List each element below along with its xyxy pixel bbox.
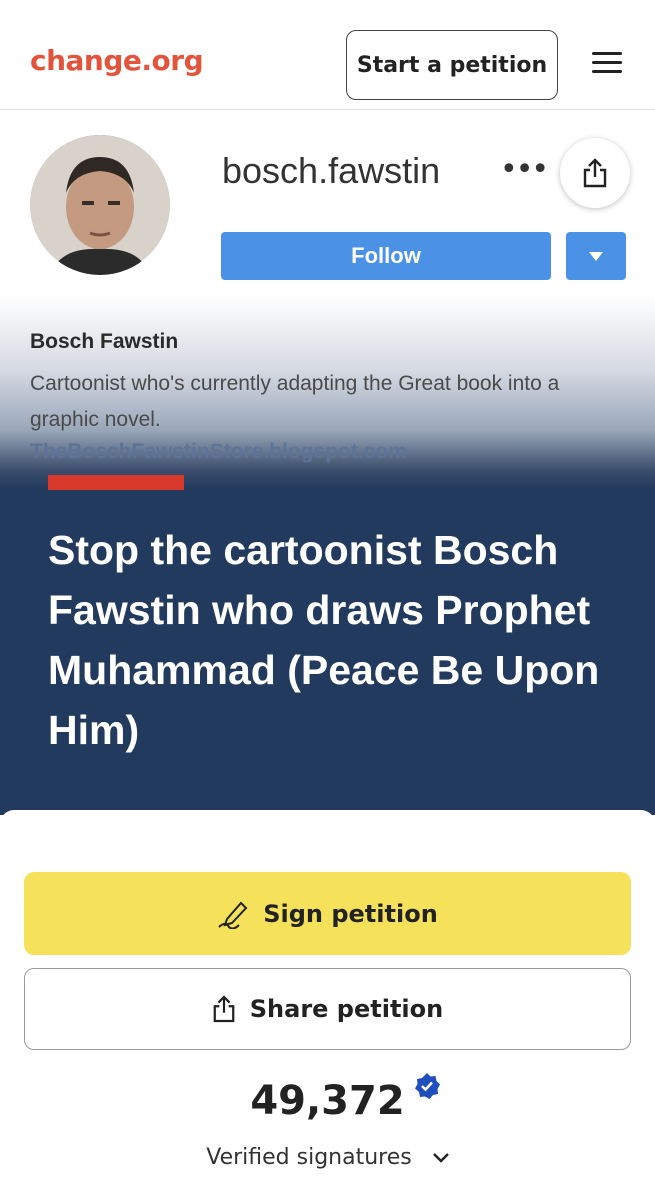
top-navigation-bar: change.org Start a petition xyxy=(0,0,655,110)
verified-badge-icon xyxy=(414,1073,440,1099)
hamburger-menu-icon[interactable] xyxy=(592,52,622,78)
start-petition-button[interactable]: Start a petition xyxy=(346,30,558,100)
follow-dropdown-icon xyxy=(566,232,626,280)
petition-hero: bosch.fawstin ••• Follow Bosch Fawstin C… xyxy=(0,110,655,815)
share-petition-label: Share petition xyxy=(249,995,444,1023)
signature-count: 49,372 xyxy=(0,1073,655,1124)
sign-petition-label: Sign petition xyxy=(263,899,438,928)
share-icon-button[interactable] xyxy=(560,138,630,208)
share-icon xyxy=(213,995,235,1023)
accent-bar xyxy=(48,475,184,490)
change-org-logo[interactable]: change.org xyxy=(30,44,204,77)
profile-bio-link: TheBoschFawstinStore.blogspot.com xyxy=(30,440,407,463)
signature-count-value: 49,372 xyxy=(250,1078,405,1124)
more-options-icon: ••• xyxy=(500,152,549,187)
profile-avatar xyxy=(30,135,170,275)
pen-icon xyxy=(218,901,248,929)
profile-username: bosch.fawstin xyxy=(222,150,441,191)
share-petition-button[interactable]: Share petition xyxy=(24,968,631,1050)
verified-signatures-label: Verified signatures xyxy=(206,1145,412,1170)
follow-button: Follow xyxy=(221,232,551,280)
petition-action-card: Sign petition Share petition 49,372 Veri… xyxy=(0,810,655,1200)
verified-signatures-toggle[interactable]: Verified signatures xyxy=(0,1145,655,1170)
profile-bio-name: Bosch Fawstin xyxy=(30,330,179,353)
chevron-down-icon xyxy=(432,1153,449,1163)
profile-bio-text: Cartoonist who's currently adapting the … xyxy=(30,372,560,431)
share-icon xyxy=(583,158,607,188)
sign-petition-button[interactable]: Sign petition xyxy=(24,872,631,955)
petition-title: Stop the cartoonist Bosch Fawstin who dr… xyxy=(48,527,600,753)
